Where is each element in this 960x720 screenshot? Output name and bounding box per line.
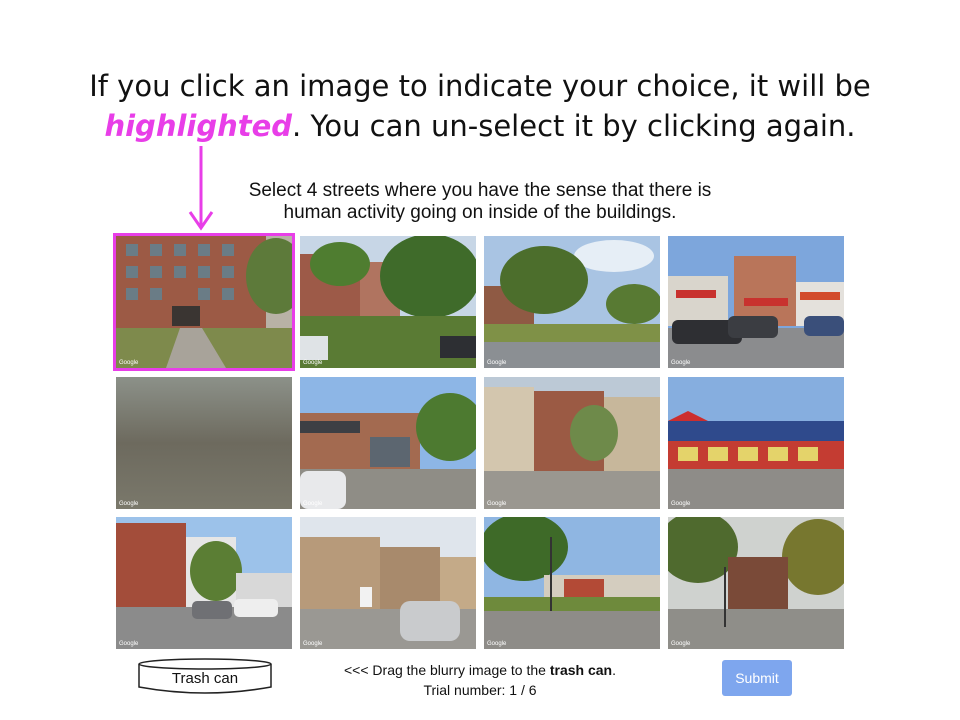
tile-watermark: Google [671,360,691,366]
trial-number: Trial number: 1 / 6 [423,682,537,698]
street-image-5-blurry[interactable]: Google [116,377,292,509]
prompt-line-2: human activity going on inside of the bu… [283,202,677,223]
tile-watermark: Google [487,360,507,366]
street-image-1[interactable]: Google [113,233,295,371]
drag-instruction: <<< Drag the blurry image to the trash c… [300,660,660,680]
tile-watermark: Google [487,501,507,507]
street-image-7[interactable]: Google [484,377,660,509]
tile-watermark: Google [119,360,139,366]
street-image-3[interactable]: Google [484,236,660,368]
tile-watermark: Google [487,641,507,647]
tile-watermark: Google [303,501,323,507]
trash-can-label: Trash can [171,670,239,687]
submit-button[interactable]: Submit [722,660,792,696]
tile-watermark: Google [119,641,139,647]
tile-watermark: Google [303,360,323,366]
street-image-4[interactable]: Google [668,236,844,368]
drag-instruction-target: trash can [549,662,613,678]
tile-watermark: Google [303,641,323,647]
highlighted-word: highlighted [104,109,293,143]
tile-watermark: Google [119,501,139,507]
task-prompt: Select 4 streets where you have the sens… [190,180,770,224]
headline-line-2: highlighted. You can un-select it by cli… [0,106,960,146]
tile-watermark: Google [671,641,691,647]
instructions-block: <<< Drag the blurry image to the trash c… [300,660,660,700]
headline-line-1: If you click an image to indicate your c… [89,69,871,103]
street-image-12[interactable]: Google [668,517,844,649]
tile-watermark: Google [671,501,691,507]
street-image-6[interactable]: Google [300,377,476,509]
street-image-2[interactable]: Google [300,236,476,368]
drag-instruction-suffix: . [612,662,616,678]
instruction-headline: If you click an image to indicate your c… [0,66,960,146]
street-image-11[interactable]: Google [484,517,660,649]
street-image-9[interactable]: Google [116,517,292,649]
street-image-8[interactable]: Google [668,377,844,509]
headline-line-2-rest: . You can un-select it by clicking again… [292,109,856,143]
street-image-10[interactable]: Google [300,517,476,649]
street-image-grid: Google Google Google Google Google Googl… [113,233,846,650]
prompt-line-1: Select 4 streets where you have the sens… [248,180,712,201]
drag-instruction-prefix: <<< Drag the blurry image to the [344,662,550,678]
